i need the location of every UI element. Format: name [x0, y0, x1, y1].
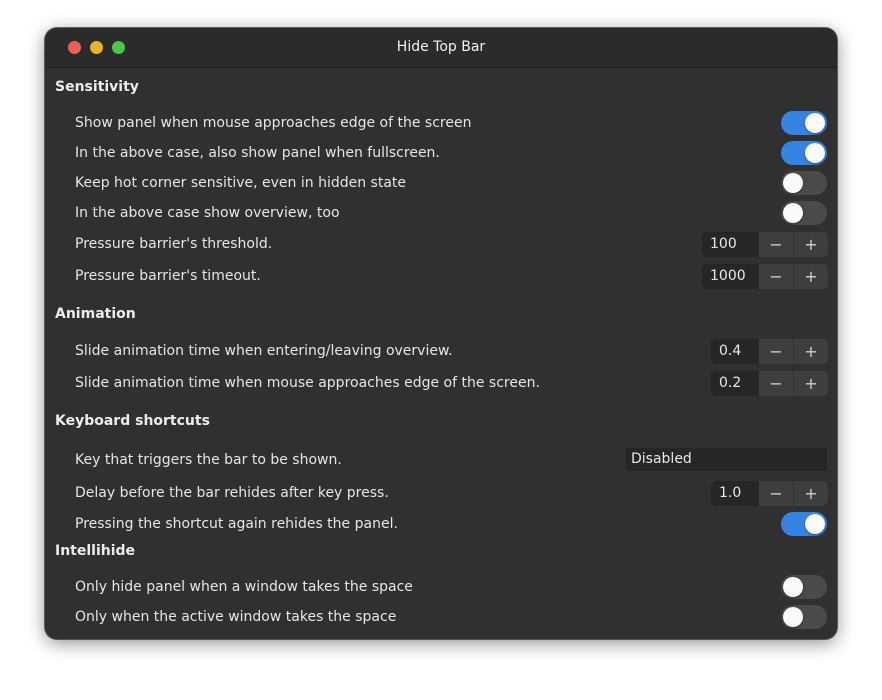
rehide-delay-label: Delay before the bar rehides after key p…	[75, 485, 389, 501]
show-panel-fullscreen-label: In the above case, also show panel when …	[75, 145, 440, 161]
pressure-timeout-spinbutton: 1000 − +	[702, 264, 828, 289]
show-overview-label: In the above case show overview, too	[75, 205, 340, 221]
switch-knob	[783, 577, 803, 597]
window-title: Hide Top Bar	[396, 39, 486, 55]
window-takes-space-switch[interactable]	[781, 575, 827, 599]
slide-overview-increment-button[interactable]: +	[793, 339, 828, 364]
slide-edge-decrement-button[interactable]: −	[759, 371, 793, 396]
switch-knob	[783, 607, 803, 627]
trigger-key-field[interactable]: Disabled	[626, 448, 827, 471]
shortcut-rehides-switch[interactable]	[781, 512, 827, 536]
pressure-timeout-increment-button[interactable]: +	[793, 264, 828, 289]
slide-edge-increment-button[interactable]: +	[793, 371, 828, 396]
active-window-switch[interactable]	[781, 605, 827, 629]
slide-overview-value[interactable]: 0.4	[711, 339, 759, 364]
show-panel-fullscreen-switch[interactable]	[781, 141, 827, 165]
active-window-label: Only when the active window takes the sp…	[75, 609, 397, 625]
switch-knob	[805, 514, 825, 534]
slide-overview-label: Slide animation time when entering/leavi…	[75, 343, 453, 359]
window-takes-space-label: Only hide panel when a window takes the …	[75, 579, 413, 595]
rehide-delay-spinbutton: 1.0 − +	[711, 481, 828, 506]
trigger-key-label: Key that triggers the bar to be shown.	[75, 452, 342, 468]
rehide-delay-decrement-button[interactable]: −	[759, 481, 793, 506]
section-title-keyboard-shortcuts: Keyboard shortcuts	[55, 413, 210, 429]
slide-overview-decrement-button[interactable]: −	[759, 339, 793, 364]
pressure-timeout-value[interactable]: 1000	[702, 264, 759, 289]
hot-corner-label: Keep hot corner sensitive, even in hidde…	[75, 175, 407, 191]
pressure-timeout-decrement-button[interactable]: −	[759, 264, 793, 289]
show-overview-switch[interactable]	[781, 201, 827, 225]
shortcut-rehides-label: Pressing the shortcut again rehides the …	[75, 516, 398, 532]
rehide-delay-value[interactable]: 1.0	[711, 481, 759, 506]
slide-edge-value[interactable]: 0.2	[711, 371, 759, 396]
pressure-threshold-spinbutton: 100 − +	[702, 232, 828, 257]
pressure-threshold-value[interactable]: 100	[702, 232, 759, 257]
switch-knob	[783, 173, 803, 193]
settings-window: Hide Top Bar Sensitivity Show panel when…	[45, 28, 837, 639]
switch-knob	[805, 113, 825, 133]
hot-corner-switch[interactable]	[781, 171, 827, 195]
section-title-animation: Animation	[55, 306, 136, 322]
title-bar[interactable]: Hide Top Bar	[45, 28, 837, 68]
section-title-intellihide: Intellihide	[55, 543, 136, 559]
settings-content: Sensitivity Show panel when mouse approa…	[45, 68, 837, 639]
pressure-threshold-increment-button[interactable]: +	[793, 232, 828, 257]
pressure-threshold-decrement-button[interactable]: −	[759, 232, 793, 257]
rehide-delay-increment-button[interactable]: +	[793, 481, 828, 506]
switch-knob	[783, 203, 803, 223]
pressure-threshold-label: Pressure barrier's threshold.	[75, 236, 273, 252]
switch-knob	[805, 143, 825, 163]
show-panel-edge-switch[interactable]	[781, 111, 827, 135]
slide-edge-label: Slide animation time when mouse approach…	[75, 375, 540, 391]
slide-overview-spinbutton: 0.4 − +	[711, 339, 828, 364]
section-title-sensitivity: Sensitivity	[55, 79, 139, 95]
slide-edge-spinbutton: 0.2 − +	[711, 371, 828, 396]
show-panel-edge-label: Show panel when mouse approaches edge of…	[75, 115, 472, 131]
pressure-timeout-label: Pressure barrier's timeout.	[75, 268, 261, 284]
